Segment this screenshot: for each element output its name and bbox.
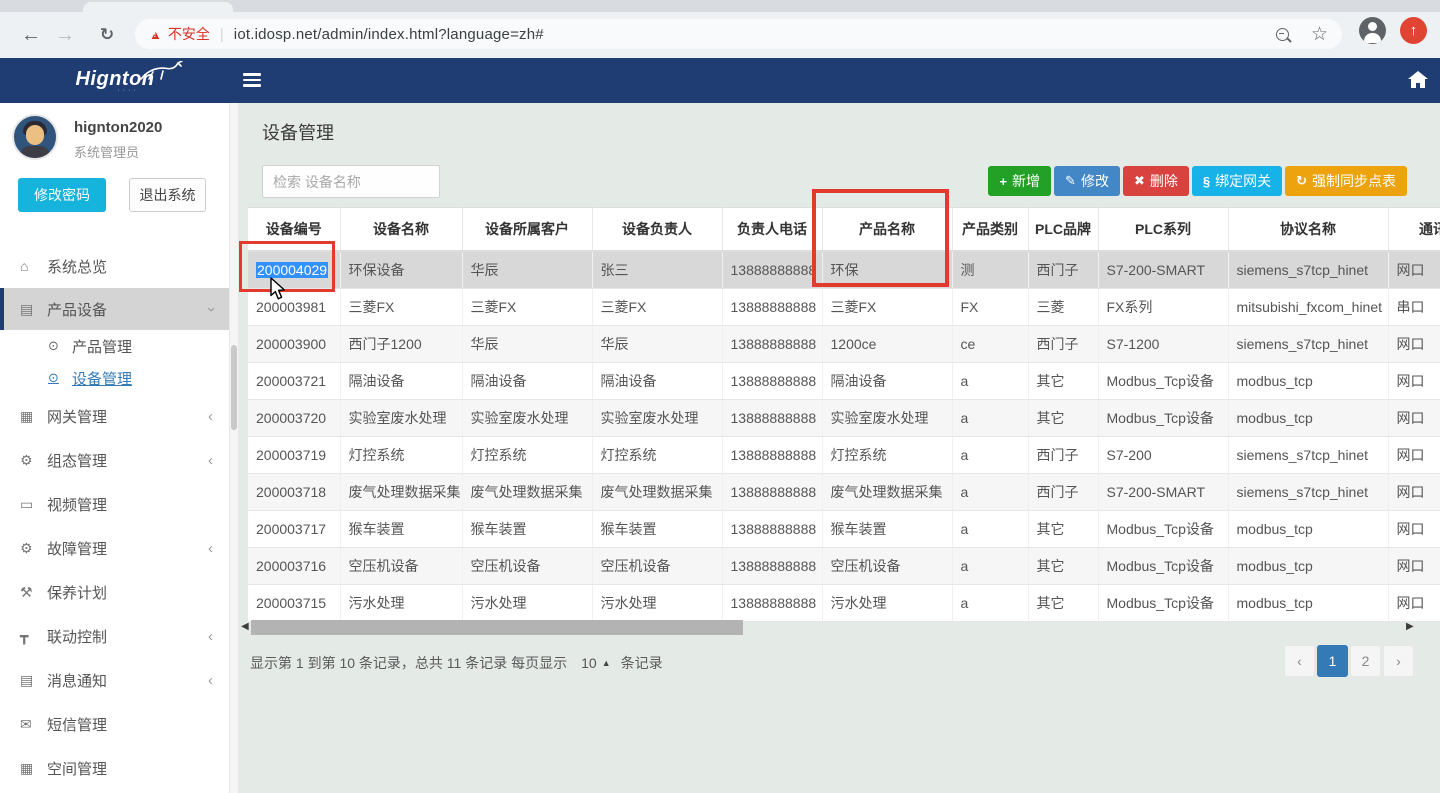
chevron-left-icon: ‹ (208, 408, 213, 425)
user-role: 系统管理员 (74, 142, 139, 161)
address-bar[interactable]: ▲! 不安全 | iot.idosp.net/admin/index.html?… (135, 19, 1342, 49)
hscroll-left-arrow-icon[interactable]: ◀ (241, 621, 249, 632)
browser-active-tab[interactable] (83, 2, 233, 12)
table-row[interactable]: 200004029环保设备华辰张三13888888888环保测西门子S7-200… (248, 251, 1440, 288)
plus-icon: + (999, 174, 1007, 189)
address-separator: | (220, 26, 224, 43)
col-device-id[interactable]: 设备编号 (248, 208, 340, 252)
table-row[interactable]: 200003720实验室废水处理实验室废水处理实验室废水处理1388888888… (248, 399, 1440, 436)
col-comm[interactable]: 通讯 (1388, 208, 1440, 252)
col-plc-brand[interactable]: PLC品牌 (1028, 208, 1098, 252)
sidebar-item-system-overview[interactable]: ⌂系统总览 (0, 244, 229, 288)
antelope-logo-icon (138, 61, 184, 81)
sidebar-item-product-device[interactable]: ▤产品设备‹ (0, 288, 229, 330)
chevron-left-icon: ‹ (208, 452, 213, 469)
sidebar-scrollbar-thumb[interactable] (231, 345, 237, 430)
pencil-icon: ✎ (1065, 173, 1076, 189)
prev-page-button[interactable]: ‹ (1284, 645, 1315, 677)
sidebar-item-video[interactable]: ▭视频管理 (0, 482, 229, 526)
sidebar-item-sms[interactable]: ✉短信管理 (0, 702, 229, 746)
circle-dot-icon: ⊙ (48, 370, 72, 386)
username: hignton2020 (74, 119, 162, 136)
chevron-down-icon: ‹ (202, 307, 219, 312)
bind-gateway-button[interactable]: §绑定网关 (1192, 166, 1282, 196)
page-1-button[interactable]: 1 (1317, 645, 1348, 677)
table-row[interactable]: 200003900西门子1200华辰华辰138888888881200cece西… (248, 325, 1440, 362)
page-2-button[interactable]: 2 (1350, 645, 1381, 677)
sidebar-menu: ⌂系统总览▤产品设备‹⊙产品管理⊙设备管理▦网关管理‹⚙组态管理‹▭视频管理⚙故… (0, 244, 229, 790)
home-icon[interactable] (1408, 71, 1428, 89)
device-table-wrap: 设备编号设备名称设备所属客户设备负责人负责人电话产品名称产品类别PLC品牌PLC… (248, 207, 1440, 622)
device-table: 设备编号设备名称设备所属客户设备负责人负责人电话产品名称产品类别PLC品牌PLC… (248, 207, 1440, 622)
col-product-category[interactable]: 产品类别 (952, 208, 1028, 252)
sidebar-item-gateway[interactable]: ▦网关管理‹ (0, 394, 229, 438)
insecure-warning-icon: ▲! (149, 27, 162, 42)
table-row[interactable]: 200003718废气处理数据采集废气处理数据采集废气处理数据采集1388888… (248, 473, 1440, 510)
col-product-name[interactable]: 产品名称 (822, 208, 952, 252)
gateway-icon: ▦ (20, 408, 47, 425)
user-avatar[interactable] (12, 114, 58, 160)
page-title: 设备管理 (262, 119, 334, 145)
table-row[interactable]: 200003716空压机设备空压机设备空压机设备13888888888空压机设备… (248, 547, 1440, 584)
sidebar-item-device-management[interactable]: ⊙设备管理 (0, 362, 229, 394)
logo-tagline: ···· (117, 89, 138, 93)
next-page-button[interactable]: › (1383, 645, 1414, 677)
table-row[interactable]: 200003717猴车装置猴车装置猴车装置13888888888猴车装置a其它M… (248, 510, 1440, 547)
film-icon: ▦ (20, 760, 47, 777)
col-protocol[interactable]: 协议名称 (1228, 208, 1388, 252)
col-owner-phone[interactable]: 负责人电话 (722, 208, 822, 252)
circle-dot-icon: ⊙ (48, 338, 72, 354)
browser-back-icon[interactable]: ← (16, 12, 46, 58)
sidebar-item-product-management[interactable]: ⊙产品管理 (0, 330, 229, 362)
table-row[interactable]: 200003721隔油设备隔油设备隔油设备13888888888隔油设备a其它M… (248, 362, 1440, 399)
add-button[interactable]: +新增 (988, 166, 1051, 196)
browser-profile-icon[interactable] (1359, 17, 1386, 44)
selected-text: 200004029 (256, 262, 328, 278)
browser-reload-icon[interactable]: ↻ (92, 12, 122, 58)
sidebar-item-maintenance[interactable]: ⚒保养计划 (0, 570, 229, 614)
link-icon: § (1203, 174, 1210, 189)
app-logo: Hignton ···· (0, 58, 230, 103)
home-icon: ⌂ (20, 258, 47, 274)
table-row[interactable]: 200003719灯控系统灯控系统灯控系统13888888888灯控系统a西门子… (248, 436, 1440, 473)
wrench-icon: ⚒ (20, 584, 47, 601)
table-row[interactable]: 200003715污水处理污水处理污水处理13888888888污水处理a其它M… (248, 584, 1440, 621)
hscroll-right-arrow-icon[interactable]: ▶ (1406, 621, 1414, 632)
sidebar-item-fault[interactable]: ⚙故障管理‹ (0, 526, 229, 570)
col-device-name[interactable]: 设备名称 (340, 208, 462, 252)
url-text[interactable]: iot.idosp.net/admin/index.html?language=… (234, 26, 544, 43)
insecure-warning-text: 不安全 (168, 24, 210, 44)
zoom-out-icon[interactable] (1276, 28, 1289, 41)
chevron-left-icon: ‹ (208, 628, 213, 645)
refresh-icon: ↻ (1296, 173, 1307, 189)
pagination: ‹12› (0, 645, 1414, 677)
times-icon: ✖ (1134, 173, 1145, 189)
sidebar-scrollbar-track[interactable] (229, 103, 238, 793)
edit-button[interactable]: ✎修改 (1054, 166, 1120, 196)
sidebar-item-configuration[interactable]: ⚙组态管理‹ (0, 438, 229, 482)
col-plc-series[interactable]: PLC系列 (1098, 208, 1228, 252)
gears-icon: ⚙ (20, 452, 47, 469)
envelope-icon: ✉ (20, 716, 47, 733)
sidebar-item-space[interactable]: ▦空间管理 (0, 746, 229, 790)
col-owner[interactable]: 设备负责人 (592, 208, 722, 252)
monitor-icon: ▭ (20, 496, 47, 513)
browser-forward-icon: → (50, 12, 80, 58)
force-sync-button[interactable]: ↻强制同步点表 (1285, 166, 1407, 196)
table-toolbar: +新增✎修改✖删除§绑定网关↻强制同步点表 (0, 166, 1407, 196)
delete-button[interactable]: ✖删除 (1123, 166, 1189, 196)
sitemap-icon: ┳ (20, 628, 47, 645)
sidebar-toggle-icon[interactable] (243, 73, 261, 90)
book-icon: ▤ (20, 301, 47, 318)
chevron-left-icon: ‹ (208, 540, 213, 557)
browser-extension-icon[interactable]: ↑ (1400, 17, 1427, 44)
bookmark-star-icon[interactable]: ☆ (1311, 25, 1328, 44)
hscroll-thumb[interactable] (251, 620, 743, 635)
col-customer[interactable]: 设备所属客户 (462, 208, 592, 252)
table-row[interactable]: 200003981三菱FX三菱FX三菱FX13888888888三菱FXFX三菱… (248, 288, 1440, 325)
gears-icon: ⚙ (20, 540, 47, 557)
